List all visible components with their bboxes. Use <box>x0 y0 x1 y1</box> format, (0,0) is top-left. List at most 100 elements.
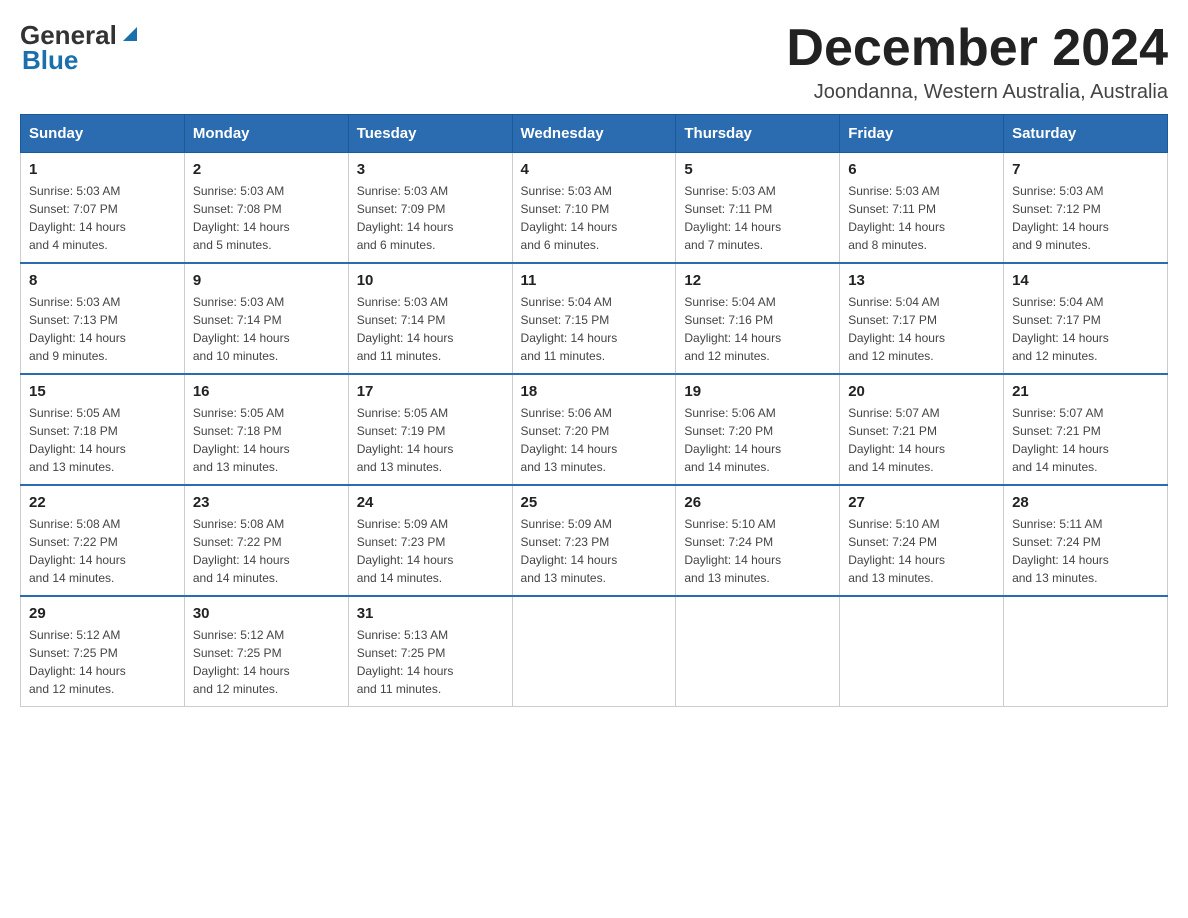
location-subtitle: Joondanna, Western Australia, Australia <box>786 81 1168 104</box>
day-info: Sunrise: 5:12 AMSunset: 7:25 PMDaylight:… <box>193 626 340 698</box>
day-number: 13 <box>848 272 995 289</box>
day-number: 15 <box>29 383 176 400</box>
day-number: 23 <box>193 494 340 511</box>
day-number: 6 <box>848 161 995 178</box>
calendar-cell: 3Sunrise: 5:03 AMSunset: 7:09 PMDaylight… <box>348 153 512 264</box>
day-number: 5 <box>684 161 831 178</box>
logo: General Blue <box>20 20 141 76</box>
calendar-week-4: 22 Sunrise: 5:08 AMSunset: 7:22 PMDayligh… <box>21 485 1168 596</box>
day-info: Sunrise: 5:05 AMSunset: 7:18 PMDaylight:… <box>29 404 176 476</box>
calendar-cell: 24Sunrise: 5:09 AMSunset: 7:23 PMDayligh… <box>348 485 512 596</box>
day-number: 1 <box>29 161 176 178</box>
day-number: 3 <box>357 161 504 178</box>
calendar-cell: 20 Sunrise: 5:07 AMSunset: 7:21 PMDayligh… <box>840 374 1004 485</box>
calendar-cell: 15 Sunrise: 5:05 AMSunset: 7:18 PMDayligh… <box>21 374 185 485</box>
day-number: 18 <box>521 383 668 400</box>
day-info: Sunrise: 5:04 AMSunset: 7:15 PMDaylight:… <box>521 293 668 365</box>
calendar-cell: 12Sunrise: 5:04 AMSunset: 7:16 PMDayligh… <box>676 263 840 374</box>
calendar-week-3: 15 Sunrise: 5:05 AMSunset: 7:18 PMDayligh… <box>21 374 1168 485</box>
calendar-cell: 25 Sunrise: 5:09 AMSunset: 7:23 PMDayligh… <box>512 485 676 596</box>
calendar-cell: 26Sunrise: 5:10 AMSunset: 7:24 PMDayligh… <box>676 485 840 596</box>
calendar-cell: 11 Sunrise: 5:04 AMSunset: 7:15 PMDayligh… <box>512 263 676 374</box>
day-number: 17 <box>357 383 504 400</box>
day-number: 4 <box>521 161 668 178</box>
calendar-cell: 23Sunrise: 5:08 AMSunset: 7:22 PMDayligh… <box>184 485 348 596</box>
day-info: Sunrise: 5:08 AMSunset: 7:22 PMDaylight:… <box>29 515 176 587</box>
day-info: Sunrise: 5:06 AMSunset: 7:20 PMDaylight:… <box>684 404 831 476</box>
day-number: 30 <box>193 605 340 622</box>
calendar-cell: 9 Sunrise: 5:03 AMSunset: 7:14 PMDaylight… <box>184 263 348 374</box>
month-year-title: December 2024 <box>786 20 1168 77</box>
col-friday: Friday <box>840 115 1004 153</box>
col-saturday: Saturday <box>1004 115 1168 153</box>
calendar-cell: 1 Sunrise: 5:03 AMSunset: 7:07 PMDaylight… <box>21 153 185 264</box>
day-info: Sunrise: 5:04 AMSunset: 7:16 PMDaylight:… <box>684 293 831 365</box>
calendar-cell: 18 Sunrise: 5:06 AMSunset: 7:20 PMDayligh… <box>512 374 676 485</box>
day-number: 25 <box>521 494 668 511</box>
day-number: 9 <box>193 272 340 289</box>
day-info: Sunrise: 5:05 AMSunset: 7:18 PMDaylight:… <box>193 404 340 476</box>
day-info: Sunrise: 5:11 AMSunset: 7:24 PMDaylight:… <box>1012 515 1159 587</box>
calendar-cell: 27Sunrise: 5:10 AMSunset: 7:24 PMDayligh… <box>840 485 1004 596</box>
calendar-cell: 13 Sunrise: 5:04 AMSunset: 7:17 PMDayligh… <box>840 263 1004 374</box>
calendar-cell: 16 Sunrise: 5:05 AMSunset: 7:18 PMDayligh… <box>184 374 348 485</box>
day-number: 26 <box>684 494 831 511</box>
day-info: Sunrise: 5:03 AMSunset: 7:07 PMDaylight:… <box>29 182 176 254</box>
day-info: Sunrise: 5:03 AMSunset: 7:11 PMDaylight:… <box>848 182 995 254</box>
calendar-cell <box>840 596 1004 707</box>
day-number: 31 <box>357 605 504 622</box>
day-number: 2 <box>193 161 340 178</box>
calendar-cell: 6 Sunrise: 5:03 AMSunset: 7:11 PMDaylight… <box>840 153 1004 264</box>
day-number: 10 <box>357 272 504 289</box>
calendar-cell: 4 Sunrise: 5:03 AMSunset: 7:10 PMDaylight… <box>512 153 676 264</box>
calendar-week-5: 29 Sunrise: 5:12 AMSunset: 7:25 PMDayligh… <box>21 596 1168 707</box>
day-number: 20 <box>848 383 995 400</box>
title-block: December 2024 Joondanna, Western Austral… <box>786 20 1168 104</box>
calendar-cell: 31 Sunrise: 5:13 AMSunset: 7:25 PMDayligh… <box>348 596 512 707</box>
day-number: 11 <box>521 272 668 289</box>
day-info: Sunrise: 5:03 AMSunset: 7:08 PMDaylight:… <box>193 182 340 254</box>
calendar-cell: 22 Sunrise: 5:08 AMSunset: 7:22 PMDayligh… <box>21 485 185 596</box>
calendar-cell <box>512 596 676 707</box>
calendar-cell: 29 Sunrise: 5:12 AMSunset: 7:25 PMDayligh… <box>21 596 185 707</box>
col-sunday: Sunday <box>21 115 185 153</box>
day-info: Sunrise: 5:03 AMSunset: 7:12 PMDaylight:… <box>1012 182 1159 254</box>
day-info: Sunrise: 5:04 AMSunset: 7:17 PMDaylight:… <box>848 293 995 365</box>
calendar-cell: 8Sunrise: 5:03 AMSunset: 7:13 PMDaylight… <box>21 263 185 374</box>
day-info: Sunrise: 5:09 AMSunset: 7:23 PMDaylight:… <box>521 515 668 587</box>
col-tuesday: Tuesday <box>348 115 512 153</box>
calendar-cell <box>676 596 840 707</box>
day-number: 22 <box>29 494 176 511</box>
day-info: Sunrise: 5:13 AMSunset: 7:25 PMDaylight:… <box>357 626 504 698</box>
col-thursday: Thursday <box>676 115 840 153</box>
day-number: 29 <box>29 605 176 622</box>
logo-blue-text: Blue <box>22 45 78 76</box>
calendar-week-2: 8Sunrise: 5:03 AMSunset: 7:13 PMDaylight… <box>21 263 1168 374</box>
calendar-cell: 5 Sunrise: 5:03 AMSunset: 7:11 PMDaylight… <box>676 153 840 264</box>
calendar-cell: 19 Sunrise: 5:06 AMSunset: 7:20 PMDayligh… <box>676 374 840 485</box>
calendar-cell: 30 Sunrise: 5:12 AMSunset: 7:25 PMDayligh… <box>184 596 348 707</box>
day-info: Sunrise: 5:03 AMSunset: 7:10 PMDaylight:… <box>521 182 668 254</box>
day-number: 7 <box>1012 161 1159 178</box>
day-info: Sunrise: 5:06 AMSunset: 7:20 PMDaylight:… <box>521 404 668 476</box>
day-number: 19 <box>684 383 831 400</box>
day-number: 28 <box>1012 494 1159 511</box>
calendar-cell: 28 Sunrise: 5:11 AMSunset: 7:24 PMDayligh… <box>1004 485 1168 596</box>
day-number: 21 <box>1012 383 1159 400</box>
col-monday: Monday <box>184 115 348 153</box>
day-info: Sunrise: 5:05 AMSunset: 7:19 PMDaylight:… <box>357 404 504 476</box>
col-wednesday: Wednesday <box>512 115 676 153</box>
calendar-cell: 21Sunrise: 5:07 AMSunset: 7:21 PMDayligh… <box>1004 374 1168 485</box>
day-info: Sunrise: 5:03 AMSunset: 7:11 PMDaylight:… <box>684 182 831 254</box>
day-info: Sunrise: 5:07 AMSunset: 7:21 PMDaylight:… <box>848 404 995 476</box>
day-number: 27 <box>848 494 995 511</box>
day-number: 14 <box>1012 272 1159 289</box>
calendar-cell: 10 Sunrise: 5:03 AMSunset: 7:14 PMDayligh… <box>348 263 512 374</box>
calendar-cell <box>1004 596 1168 707</box>
day-info: Sunrise: 5:03 AMSunset: 7:14 PMDaylight:… <box>357 293 504 365</box>
day-number: 16 <box>193 383 340 400</box>
day-info: Sunrise: 5:03 AMSunset: 7:13 PMDaylight:… <box>29 293 176 365</box>
calendar-cell: 14Sunrise: 5:04 AMSunset: 7:17 PMDayligh… <box>1004 263 1168 374</box>
day-info: Sunrise: 5:12 AMSunset: 7:25 PMDaylight:… <box>29 626 176 698</box>
day-info: Sunrise: 5:03 AMSunset: 7:14 PMDaylight:… <box>193 293 340 365</box>
